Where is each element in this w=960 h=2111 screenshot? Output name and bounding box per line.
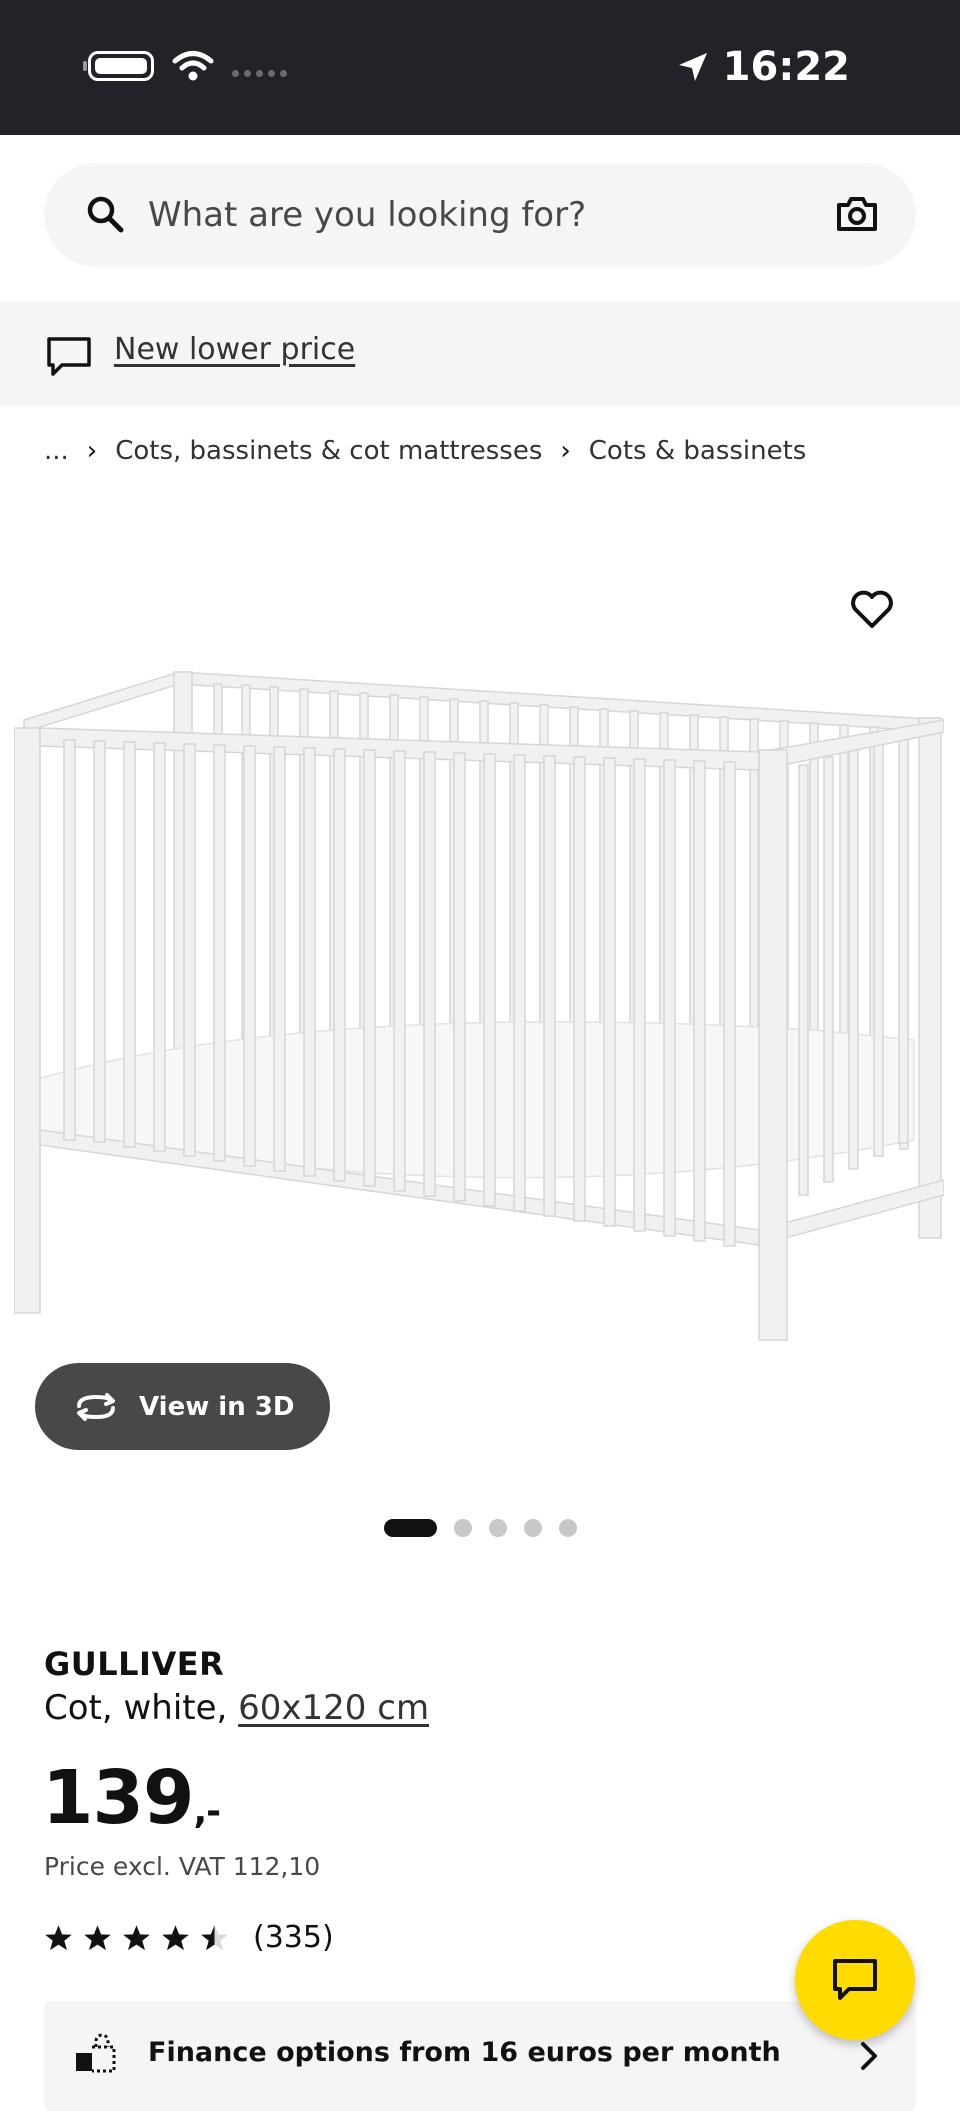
- wifi-icon: [172, 51, 214, 81]
- search-input[interactable]: [148, 183, 808, 247]
- promo-link[interactable]: New lower price: [114, 332, 355, 367]
- status-left: [83, 50, 287, 82]
- breadcrumb-item[interactable]: Cots, bassinets & cot mattresses: [115, 436, 542, 466]
- finance-options[interactable]: Finance options from 16 euros per month: [44, 2001, 916, 2111]
- product-name: GULLIVER: [44, 1645, 225, 1683]
- chat-icon: [833, 1959, 877, 2000]
- battery-icon: [83, 51, 154, 81]
- rotate-3d-icon: [77, 1392, 115, 1421]
- status-bar: 16:22: [0, 0, 960, 135]
- status-right: 16:22: [677, 44, 850, 90]
- chat-bubble-icon: [47, 337, 91, 376]
- star-icon: [45, 1924, 72, 1950]
- rating[interactable]: (335): [44, 1920, 334, 1955]
- pager-dot[interactable]: [454, 1519, 472, 1537]
- promo-banner[interactable]: New lower price: [0, 302, 960, 406]
- pager-dot[interactable]: [559, 1519, 577, 1537]
- product-price: 139,-: [42, 1755, 221, 1841]
- chevron-right-icon: [861, 2042, 877, 2070]
- heart-icon[interactable]: [850, 590, 894, 630]
- search-icon: [87, 196, 124, 233]
- rating-count[interactable]: (335): [253, 1920, 334, 1955]
- chat-button[interactable]: [795, 1920, 915, 2040]
- signal-dots: [232, 69, 287, 77]
- price-suffix: ,-: [193, 1791, 221, 1832]
- breadcrumb-item[interactable]: Cots & bassinets: [589, 436, 807, 466]
- view-in-3d-button[interactable]: View in 3D: [35, 1363, 330, 1450]
- product-size-link[interactable]: 60x120 cm: [238, 1688, 429, 1728]
- star-icon: [162, 1924, 189, 1950]
- pager-dot[interactable]: [524, 1519, 542, 1537]
- star-icon: [84, 1924, 111, 1950]
- breadcrumb-ellipsis[interactable]: ...: [44, 436, 69, 466]
- status-time: 16:22: [722, 44, 850, 90]
- camera-icon[interactable]: [836, 196, 878, 232]
- view-in-3d-label: View in 3D: [139, 1391, 295, 1422]
- breadcrumb-separator: ›: [86, 436, 98, 466]
- price-excl-vat: Price excl. VAT 112,10: [44, 1852, 321, 1881]
- product-description: Cot, white, 60x120 cm: [44, 1688, 429, 1728]
- location-arrow-icon: [678, 53, 707, 81]
- image-pager[interactable]: [384, 1519, 577, 1537]
- product-image: [14, 670, 944, 1341]
- price-main: 139: [42, 1755, 194, 1841]
- pager-dot[interactable]: [489, 1519, 507, 1537]
- star-icon: [123, 1924, 150, 1950]
- finance-icon: [76, 2033, 116, 2073]
- breadcrumb: ... › Cots, bassinets & cot mattresses ›…: [44, 436, 806, 466]
- search-bar[interactable]: [44, 163, 916, 267]
- product-description-text: Cot, white,: [44, 1688, 239, 1728]
- breadcrumb-separator: ›: [560, 436, 571, 466]
- pager-dot[interactable]: [384, 1519, 437, 1537]
- finance-label: Finance options from 16 euros per month: [148, 2037, 781, 2068]
- star-half-icon: [201, 1924, 228, 1950]
